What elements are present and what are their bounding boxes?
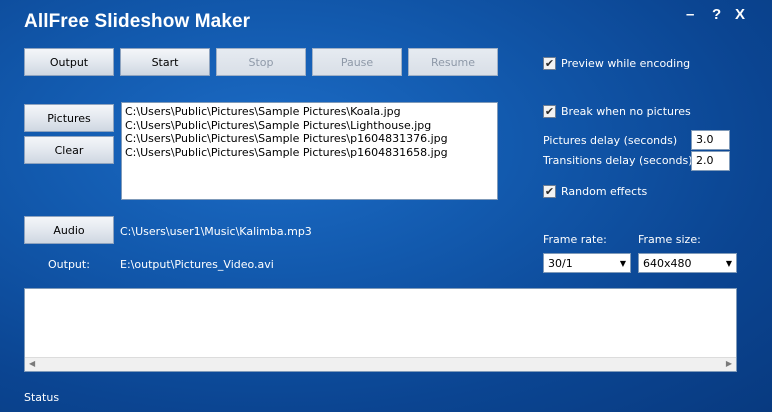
frame-size-value: 640x480 [643, 256, 692, 270]
start-button[interactable]: Start [120, 48, 210, 76]
output-button[interactable]: Output [24, 48, 114, 76]
list-item[interactable]: C:\Users\Public\Pictures\Sample Pictures… [125, 119, 494, 133]
pictures-button[interactable]: Pictures [24, 104, 114, 132]
check-icon[interactable]: ✔ [543, 57, 556, 70]
pictures-delay-input[interactable]: 3.0 [691, 130, 730, 150]
check-icon[interactable]: ✔ [543, 185, 556, 198]
close-button[interactable]: X [735, 6, 745, 23]
pictures-delay-label: Pictures delay (seconds) [543, 134, 678, 147]
scroll-left-icon[interactable]: ◀ [29, 359, 35, 368]
frame-size-label: Frame size: [638, 233, 701, 246]
pictures-list[interactable]: C:\Users\Public\Pictures\Sample Pictures… [121, 102, 498, 200]
audio-button[interactable]: Audio [24, 216, 114, 244]
random-effects-checkbox[interactable]: ✔ Random effects [543, 185, 647, 198]
app-title: AllFree Slideshow Maker [24, 11, 251, 32]
log-textarea[interactable]: ◀ ▶ [24, 288, 737, 372]
help-button[interactable]: ? [712, 6, 721, 23]
list-item[interactable]: C:\Users\Public\Pictures\Sample Pictures… [125, 105, 494, 119]
clear-button[interactable]: Clear [24, 136, 114, 164]
transitions-delay-label: Transitions delay (seconds) [543, 154, 693, 167]
preview-checkbox[interactable]: ✔ Preview while encoding [543, 57, 690, 70]
break-checkbox[interactable]: ✔ Break when no pictures [543, 105, 691, 118]
chevron-down-icon[interactable]: ▼ [726, 259, 732, 268]
break-label: Break when no pictures [561, 105, 691, 118]
resume-button[interactable]: Resume [408, 48, 498, 76]
status-text: Status [24, 391, 60, 404]
audio-path: C:\Users\user1\Music\Kalimba.mp3 [120, 225, 312, 238]
frame-rate-value: 30/1 [548, 256, 573, 270]
frame-size-select[interactable]: 640x480 ▼ [638, 253, 737, 273]
frame-rate-select[interactable]: 30/1 ▼ [543, 253, 631, 273]
horizontal-scrollbar[interactable]: ◀ ▶ [25, 357, 736, 371]
stop-button[interactable]: Stop [216, 48, 306, 76]
check-icon[interactable]: ✔ [543, 105, 556, 118]
output-label: Output: [48, 258, 90, 271]
scroll-right-icon[interactable]: ▶ [726, 359, 732, 368]
output-path: E:\output\Pictures_Video.avi [120, 258, 274, 271]
frame-rate-label: Frame rate: [543, 233, 607, 246]
list-item[interactable]: C:\Users\Public\Pictures\Sample Pictures… [125, 146, 494, 160]
minimize-button[interactable]: – [686, 6, 694, 23]
transitions-delay-input[interactable]: 2.0 [691, 151, 730, 171]
preview-label: Preview while encoding [561, 57, 691, 70]
chevron-down-icon[interactable]: ▼ [620, 259, 626, 268]
pause-button[interactable]: Pause [312, 48, 402, 76]
random-effects-label: Random effects [561, 185, 648, 198]
list-item[interactable]: C:\Users\Public\Pictures\Sample Pictures… [125, 132, 494, 146]
